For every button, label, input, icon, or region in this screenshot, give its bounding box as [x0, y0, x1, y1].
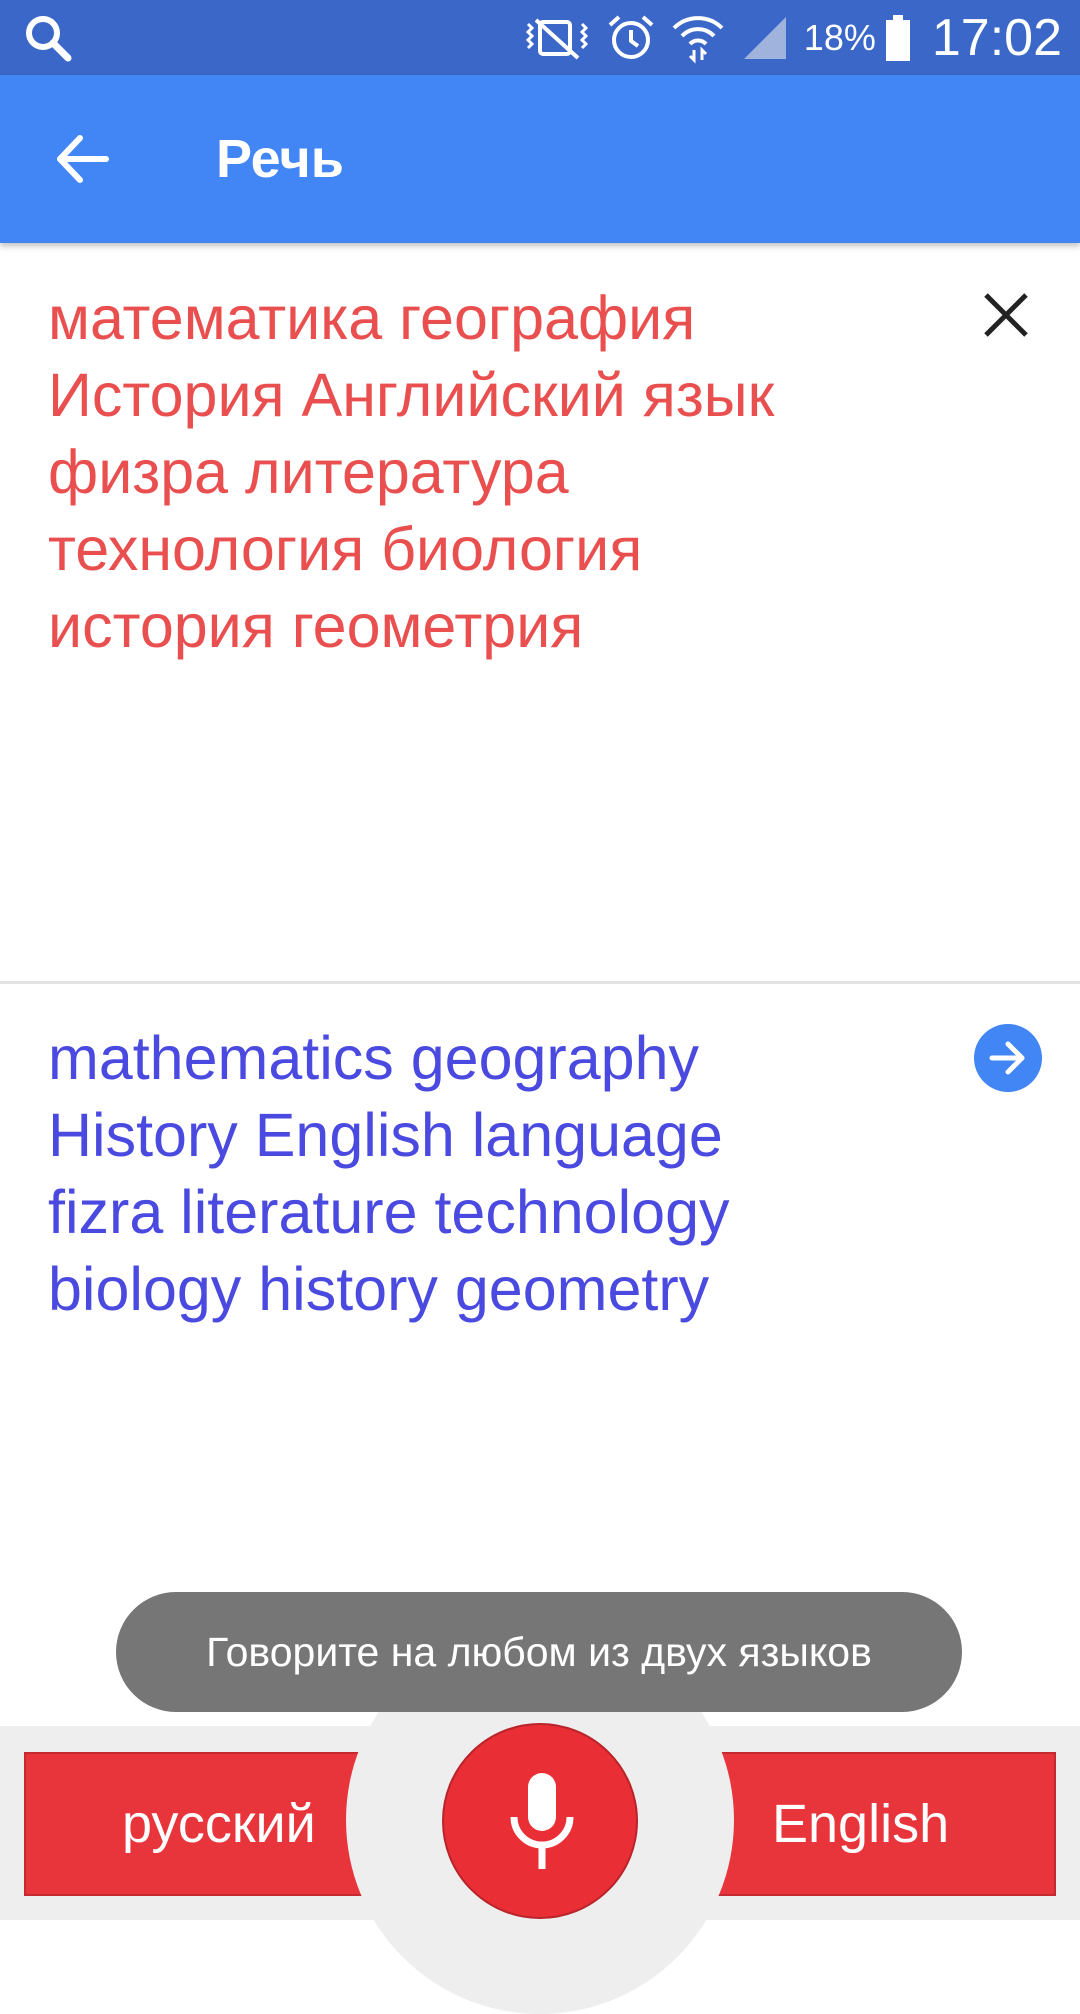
toast-message: Говорите на любом из двух языков	[116, 1592, 962, 1712]
status-bar: 18% 17:02	[0, 0, 1080, 75]
clock: 17:02	[931, 8, 1062, 67]
mic-button[interactable]	[442, 1723, 638, 1919]
arrow-forward-icon	[989, 1041, 1025, 1075]
vibrate-mute-icon	[525, 18, 588, 59]
open-translation-button[interactable]	[974, 1024, 1042, 1092]
status-icons: 18% 17:02	[522, 0, 1062, 75]
close-icon[interactable]	[978, 287, 1034, 343]
signal-icon	[743, 16, 786, 59]
translation-text[interactable]: mathematics geography History English la…	[48, 1020, 928, 1328]
search-icon[interactable]	[22, 12, 74, 64]
divider	[0, 981, 1080, 984]
page-title: Речь	[216, 129, 344, 189]
arrow-back-icon[interactable]	[52, 128, 114, 190]
battery-percent: 18%	[803, 16, 876, 58]
battery-icon	[885, 14, 910, 61]
source-text[interactable]: математика география История Английский …	[48, 280, 928, 665]
microphone-icon	[510, 1773, 574, 1869]
alarm-icon	[608, 15, 654, 59]
wifi-icon	[672, 15, 724, 64]
app-bar: Речь	[0, 75, 1080, 243]
language-button-english[interactable]: English	[690, 1752, 1056, 1896]
